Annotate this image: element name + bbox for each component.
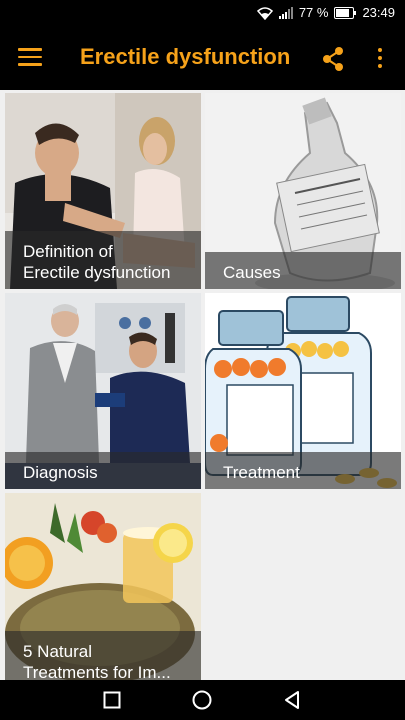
app-bar: Erectile dysfunction (0, 28, 405, 90)
tile-causes[interactable]: Causes (205, 93, 401, 289)
status-icons: 77 % 23:49 (256, 5, 395, 20)
status-bar: 77 % 23:49 (0, 0, 405, 28)
topic-grid: Definition of Erectile dysfunction Cause… (0, 90, 405, 680)
recent-apps-icon[interactable] (82, 680, 142, 720)
tile-caption-line: Definition of (23, 242, 113, 261)
tile-caption: 5 Natural Treatments for Im... (5, 631, 201, 680)
tile-caption: Causes (205, 252, 401, 289)
tile-caption-line: Treatments for Im... (23, 663, 171, 680)
signal-icon (278, 6, 293, 19)
tile-diagnosis[interactable]: Diagnosis (5, 293, 201, 489)
tile-caption-line: 5 Natural (23, 642, 92, 661)
battery-percent: 77 % (298, 5, 329, 20)
tile-caption: Definition of Erectile dysfunction (5, 231, 201, 289)
hamburger-menu-icon[interactable] (18, 48, 42, 70)
share-icon[interactable] (320, 46, 346, 72)
system-nav-bar (0, 680, 405, 720)
wifi-icon (256, 6, 273, 20)
tile-definition[interactable]: Definition of Erectile dysfunction (5, 93, 201, 289)
tile-natural-treatments[interactable]: 5 Natural Treatments for Im... (5, 493, 201, 680)
tile-caption-line: Treatment (223, 463, 300, 482)
battery-icon (334, 6, 357, 19)
tile-caption: Treatment (205, 452, 401, 489)
tile-caption-line: Erectile dysfunction (23, 263, 171, 282)
tile-caption: Diagnosis (5, 452, 201, 489)
clock: 23:49 (362, 5, 395, 20)
back-icon[interactable] (262, 680, 322, 720)
tile-caption-line: Diagnosis (23, 463, 98, 482)
page-title: Erectile dysfunction (80, 44, 291, 69)
more-vertical-icon[interactable] (374, 48, 386, 70)
tile-treatment[interactable]: Treatment (205, 293, 401, 489)
tile-caption-line: Causes (223, 263, 281, 282)
home-icon[interactable] (172, 680, 232, 720)
